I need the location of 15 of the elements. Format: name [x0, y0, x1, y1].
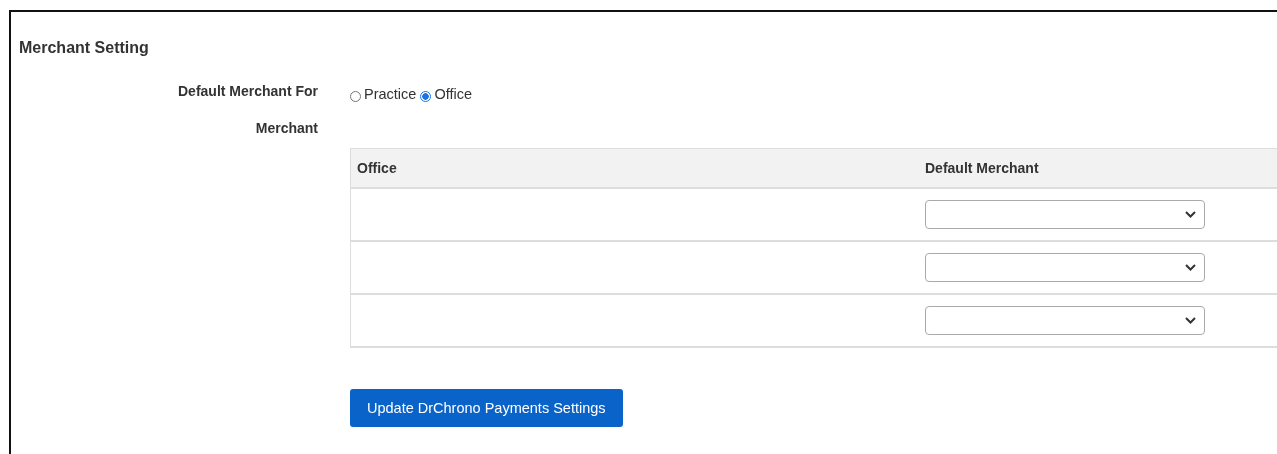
section-title: Merchant Setting: [18, 38, 150, 58]
merchant-dropdown[interactable]: [925, 253, 1205, 282]
radio-label[interactable]: Practice: [364, 86, 417, 102]
chevron-down-icon: [1185, 211, 1196, 218]
field-label: Merchant: [254, 120, 318, 136]
merchant-dropdown[interactable]: [925, 306, 1205, 335]
update-settings-button[interactable]: Update DrChrono Payments Settings: [350, 389, 623, 427]
merchant-dropdown[interactable]: [925, 200, 1205, 229]
chevron-down-icon: [1185, 317, 1196, 324]
radio-button[interactable]: [420, 90, 432, 102]
radio-label[interactable]: Office: [434, 86, 472, 102]
field-label: Default Merchant For: [177, 83, 318, 99]
column-header: Default Merchant: [925, 160, 1040, 176]
chevron-down-icon: [1185, 264, 1196, 271]
column-header: Office: [356, 160, 398, 176]
